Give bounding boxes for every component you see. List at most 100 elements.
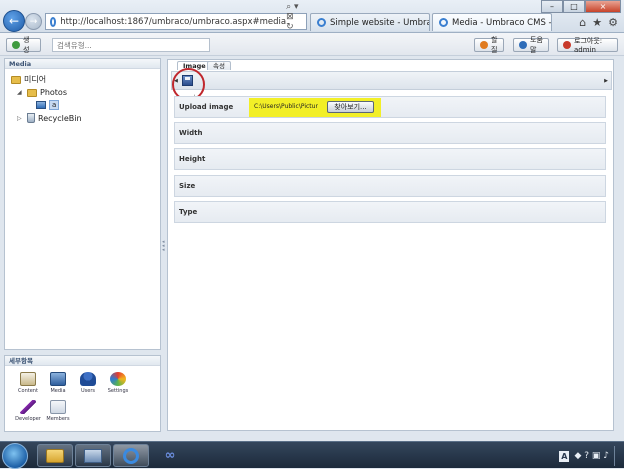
maximize-button[interactable]: □	[563, 0, 585, 13]
tree-node-media-root[interactable]: 미디어	[11, 74, 46, 85]
search-input[interactable]	[52, 38, 210, 52]
section-label: Users	[80, 388, 95, 394]
section-media[interactable]: Media	[43, 372, 73, 394]
tab-properties[interactable]: 속성	[207, 61, 231, 70]
section-users[interactable]: Users	[73, 372, 103, 394]
tree-node-label: RecycleBin	[38, 113, 82, 123]
taskbar-app[interactable]	[75, 444, 111, 467]
tree-node-photos[interactable]: ◢ Photos	[17, 88, 67, 97]
panel-splitter-handle[interactable]: ◂ ◂ ◂	[162, 240, 166, 253]
user-icon	[80, 372, 96, 386]
windows-taskbar: ∞ A ◆ ? ▣ ♪	[0, 441, 624, 469]
tree-node-label: 미디어	[24, 75, 47, 84]
help-icon	[480, 41, 488, 49]
property-size: Size	[174, 175, 606, 197]
browse-button[interactable]: 찾아보기...	[327, 101, 374, 113]
minimize-button[interactable]: –	[541, 0, 563, 13]
sections-panel: 세부항목 Content Media Users Settings Develo…	[4, 355, 161, 432]
browser-toolbar-icons: ⌂ ★ ⚙	[579, 16, 618, 29]
tab-simple-website[interactable]: Simple website - Umbraco C...	[310, 13, 430, 31]
help-button[interactable]: 할질	[474, 36, 504, 54]
ie-icon	[123, 447, 139, 464]
document-icon	[20, 372, 36, 386]
about-button[interactable]: 도움말	[513, 36, 549, 54]
property-height: Height	[174, 148, 606, 170]
favorites-star-icon[interactable]: ★	[592, 16, 602, 29]
tab-label: Simple website - Umbraco C...	[330, 17, 429, 28]
section-content[interactable]: Content	[13, 372, 43, 394]
show-desktop-button[interactable]	[614, 446, 622, 466]
section-settings[interactable]: Settings	[103, 372, 133, 394]
back-button[interactable]: ←	[3, 10, 25, 32]
property-label: Type	[179, 208, 198, 216]
section-developer[interactable]: Developer	[13, 400, 43, 422]
help-label: 할질	[491, 36, 498, 54]
section-members[interactable]: Members	[43, 400, 73, 422]
media-editor-panel: Image 속성 ◀ ☝ ▶ Upload image C:\Users\Pub…	[167, 59, 614, 431]
property-label: Upload image	[179, 103, 234, 111]
taskbar-internet-explorer[interactable]	[113, 444, 149, 467]
gear-icon[interactable]: ⚙	[608, 16, 618, 29]
language-indicator[interactable]: A	[559, 450, 570, 462]
home-icon[interactable]: ⌂	[579, 16, 586, 29]
property-upload-image: Upload image C:\Users\Public\Pictur 찾아보기…	[174, 96, 606, 118]
tab-label: Media - Umbraco CMS - l...	[452, 17, 552, 28]
sections-panel-title: 세부항목	[5, 356, 160, 366]
property-label: Height	[179, 155, 206, 163]
ie-favicon-icon	[439, 18, 448, 27]
system-tray: A ◆ ? ▣ ♪	[559, 446, 622, 466]
create-button[interactable]: 생성	[6, 36, 41, 54]
image-icon	[36, 101, 46, 109]
tree-panel-title: Media	[5, 59, 160, 69]
create-icon	[12, 41, 20, 49]
settings-wheel-icon	[110, 372, 126, 386]
window-app-icon	[84, 448, 102, 463]
editor-toolbar: ◀ ☝ ▶	[171, 68, 612, 105]
folder-icon	[11, 75, 21, 84]
property-type: Type	[174, 201, 606, 223]
tray-icons[interactable]: ◆ ? ▣ ♪	[574, 451, 609, 461]
collapse-arrow-icon[interactable]: ▷	[17, 115, 24, 122]
forward-button[interactable]: →	[25, 13, 42, 30]
expand-arrow-icon[interactable]: ◢	[17, 89, 24, 96]
infinity-icon: ∞	[164, 448, 176, 463]
property-label: Size	[179, 182, 196, 190]
taskbar-explorer[interactable]	[37, 444, 73, 467]
scroll-right-arrow-icon[interactable]: ▶	[604, 78, 608, 84]
section-label: Developer	[15, 416, 41, 422]
folder-icon	[46, 448, 64, 463]
section-label: Members	[46, 416, 70, 422]
create-label: 생성	[23, 36, 30, 54]
tree-node-label: a	[49, 100, 60, 110]
tree-node-label: Photos	[40, 88, 67, 97]
tree-node-recycle-bin[interactable]: ▷ RecycleBin	[17, 113, 82, 123]
taskbar-visual-studio[interactable]: ∞	[152, 444, 188, 467]
close-window-button[interactable]: ×	[585, 0, 621, 13]
members-icon	[50, 400, 66, 414]
start-button[interactable]	[2, 443, 28, 469]
section-label: Settings	[107, 388, 129, 394]
property-width: Width	[174, 122, 606, 144]
arrow-right-icon: →	[29, 16, 38, 27]
logout-label: 로그아웃: admin	[574, 37, 603, 54]
logout-button[interactable]: 로그아웃: admin	[557, 37, 618, 54]
browser-chrome: ← → http://localhost:1867/umbraco/umbrac…	[0, 0, 624, 42]
logout-icon	[563, 41, 571, 49]
ie-favicon-icon	[317, 18, 326, 27]
about-label: 도움말	[530, 36, 543, 54]
question-icon	[519, 41, 527, 49]
ie-favicon-icon	[50, 16, 57, 27]
address-bar[interactable]: http://localhost:1867/umbraco/umbraco.as…	[45, 2, 307, 42]
save-disk-icon[interactable]	[182, 75, 193, 86]
section-label: Media	[50, 388, 66, 394]
folder-icon	[27, 88, 37, 97]
tab-media-umbraco[interactable]: Media - Umbraco CMS - l... ×	[432, 13, 552, 31]
recycle-bin-icon	[27, 113, 35, 123]
monitor-icon	[50, 372, 66, 386]
section-label: Content	[18, 388, 38, 394]
tree-node-image-a[interactable]: a	[36, 100, 60, 110]
umbraco-top-bar: 생성 할질 도움말 로그아웃: admin	[0, 33, 624, 56]
url-text: http://localhost:1867/umbraco/umbraco.as…	[60, 16, 287, 27]
file-path-field[interactable]: C:\Users\Public\Pictur	[254, 103, 325, 113]
window-controls: – □ ×	[541, 0, 621, 13]
